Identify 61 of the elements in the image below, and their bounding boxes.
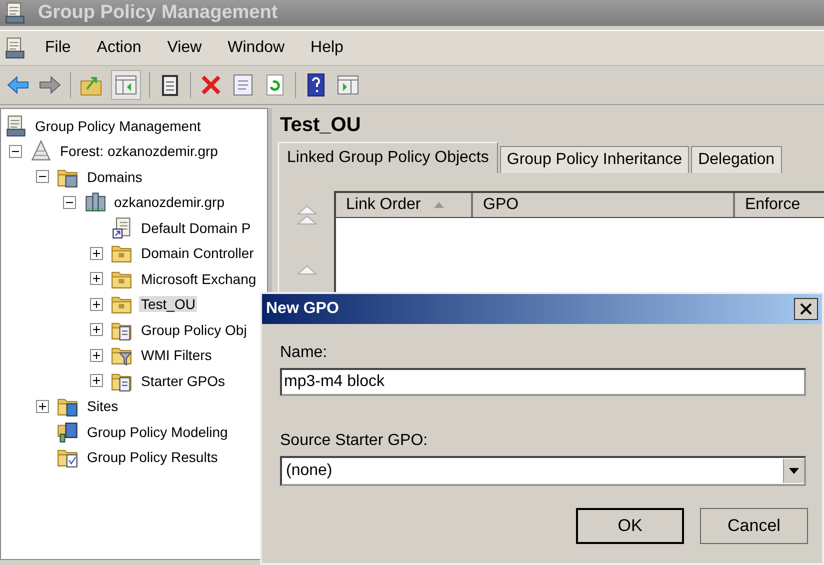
expand-icon[interactable] <box>36 400 49 413</box>
dropdown-arrow-icon[interactable] <box>789 468 799 474</box>
sort-icon <box>432 201 445 209</box>
app-icon <box>4 2 26 24</box>
tab[interactable]: Delegation <box>691 146 782 173</box>
collapse-icon[interactable] <box>9 144 22 158</box>
tree-item[interactable]: Default Domain P <box>139 220 253 236</box>
tree-item[interactable]: Forest: ozkanozdemir.grp <box>58 143 220 160</box>
tree-item[interactable]: Group Policy Modeling <box>85 424 230 440</box>
tree-item[interactable]: Domain Controller <box>139 245 256 262</box>
input-field[interactable]: mp3-m4 block <box>280 368 806 396</box>
menu-item[interactable]: View <box>154 39 215 57</box>
dialog-button[interactable]: OK <box>576 508 684 544</box>
column-header[interactable]: Link Order <box>336 193 473 217</box>
expand-icon[interactable] <box>90 246 103 260</box>
delete-icon[interactable] <box>199 73 223 97</box>
back-icon[interactable] <box>6 73 30 97</box>
pane-icon[interactable] <box>111 70 141 100</box>
menu-item[interactable]: Window <box>214 39 298 57</box>
tree-item[interactable]: Starter GPOs <box>139 372 228 389</box>
app-icon[interactable] <box>4 37 26 59</box>
close-icon[interactable] <box>799 302 813 316</box>
dialog-title: New GPO <box>266 300 339 318</box>
close-button[interactable] <box>794 298 818 320</box>
field-label: Source Starter GPO: <box>280 432 429 450</box>
menu-item[interactable]: Help <box>298 39 356 57</box>
collapse-icon[interactable] <box>63 196 76 209</box>
properties-icon[interactable] <box>231 73 255 97</box>
forward-icon[interactable] <box>38 73 62 97</box>
tree-item[interactable]: Sites <box>85 398 120 414</box>
tree-item[interactable]: Group Policy Obj <box>139 322 249 338</box>
pane-icon[interactable] <box>336 73 360 97</box>
tree-server-icon <box>84 191 106 214</box>
tree-item[interactable]: Domains <box>85 168 144 185</box>
dialog-button[interactable]: Cancel <box>700 508 808 544</box>
tree-item[interactable]: WMI Filters <box>139 347 214 364</box>
expand-icon[interactable] <box>90 374 103 388</box>
tree-triangle-icon <box>30 140 52 162</box>
column-header[interactable]: GPO <box>473 193 735 217</box>
collapse-icon[interactable] <box>36 170 49 184</box>
tree-document-icon <box>5 114 27 137</box>
tree-item[interactable]: Test_OU <box>139 296 198 312</box>
expand-icon[interactable] <box>90 272 103 286</box>
expand-icon[interactable] <box>90 298 103 311</box>
field-label: Name: <box>280 344 328 362</box>
dropdown[interactable]: (none) <box>280 456 806 486</box>
expand-icon[interactable] <box>90 323 103 336</box>
menu-item[interactable]: Action <box>84 39 154 57</box>
tree-document-icon <box>111 216 133 239</box>
expand-icon[interactable] <box>90 348 103 362</box>
tree-item[interactable]: ozkanozdemir.grp <box>112 194 227 210</box>
panel-title: Test_OU <box>280 114 362 137</box>
column-header[interactable]: Enforce <box>735 193 824 217</box>
tab[interactable]: Group Policy Inheritance <box>500 146 690 173</box>
window-title: Group Policy Management <box>38 2 278 24</box>
tab[interactable]: Linked Group Policy Objects <box>278 142 498 173</box>
menu-item[interactable]: File <box>32 39 84 57</box>
tree-item[interactable]: Microsoft Exchang <box>139 270 258 287</box>
tree-item[interactable]: Group Policy Management <box>33 118 203 134</box>
tree-item[interactable]: Group Policy Results <box>85 449 220 466</box>
dropdown-value: (none) <box>286 462 332 480</box>
